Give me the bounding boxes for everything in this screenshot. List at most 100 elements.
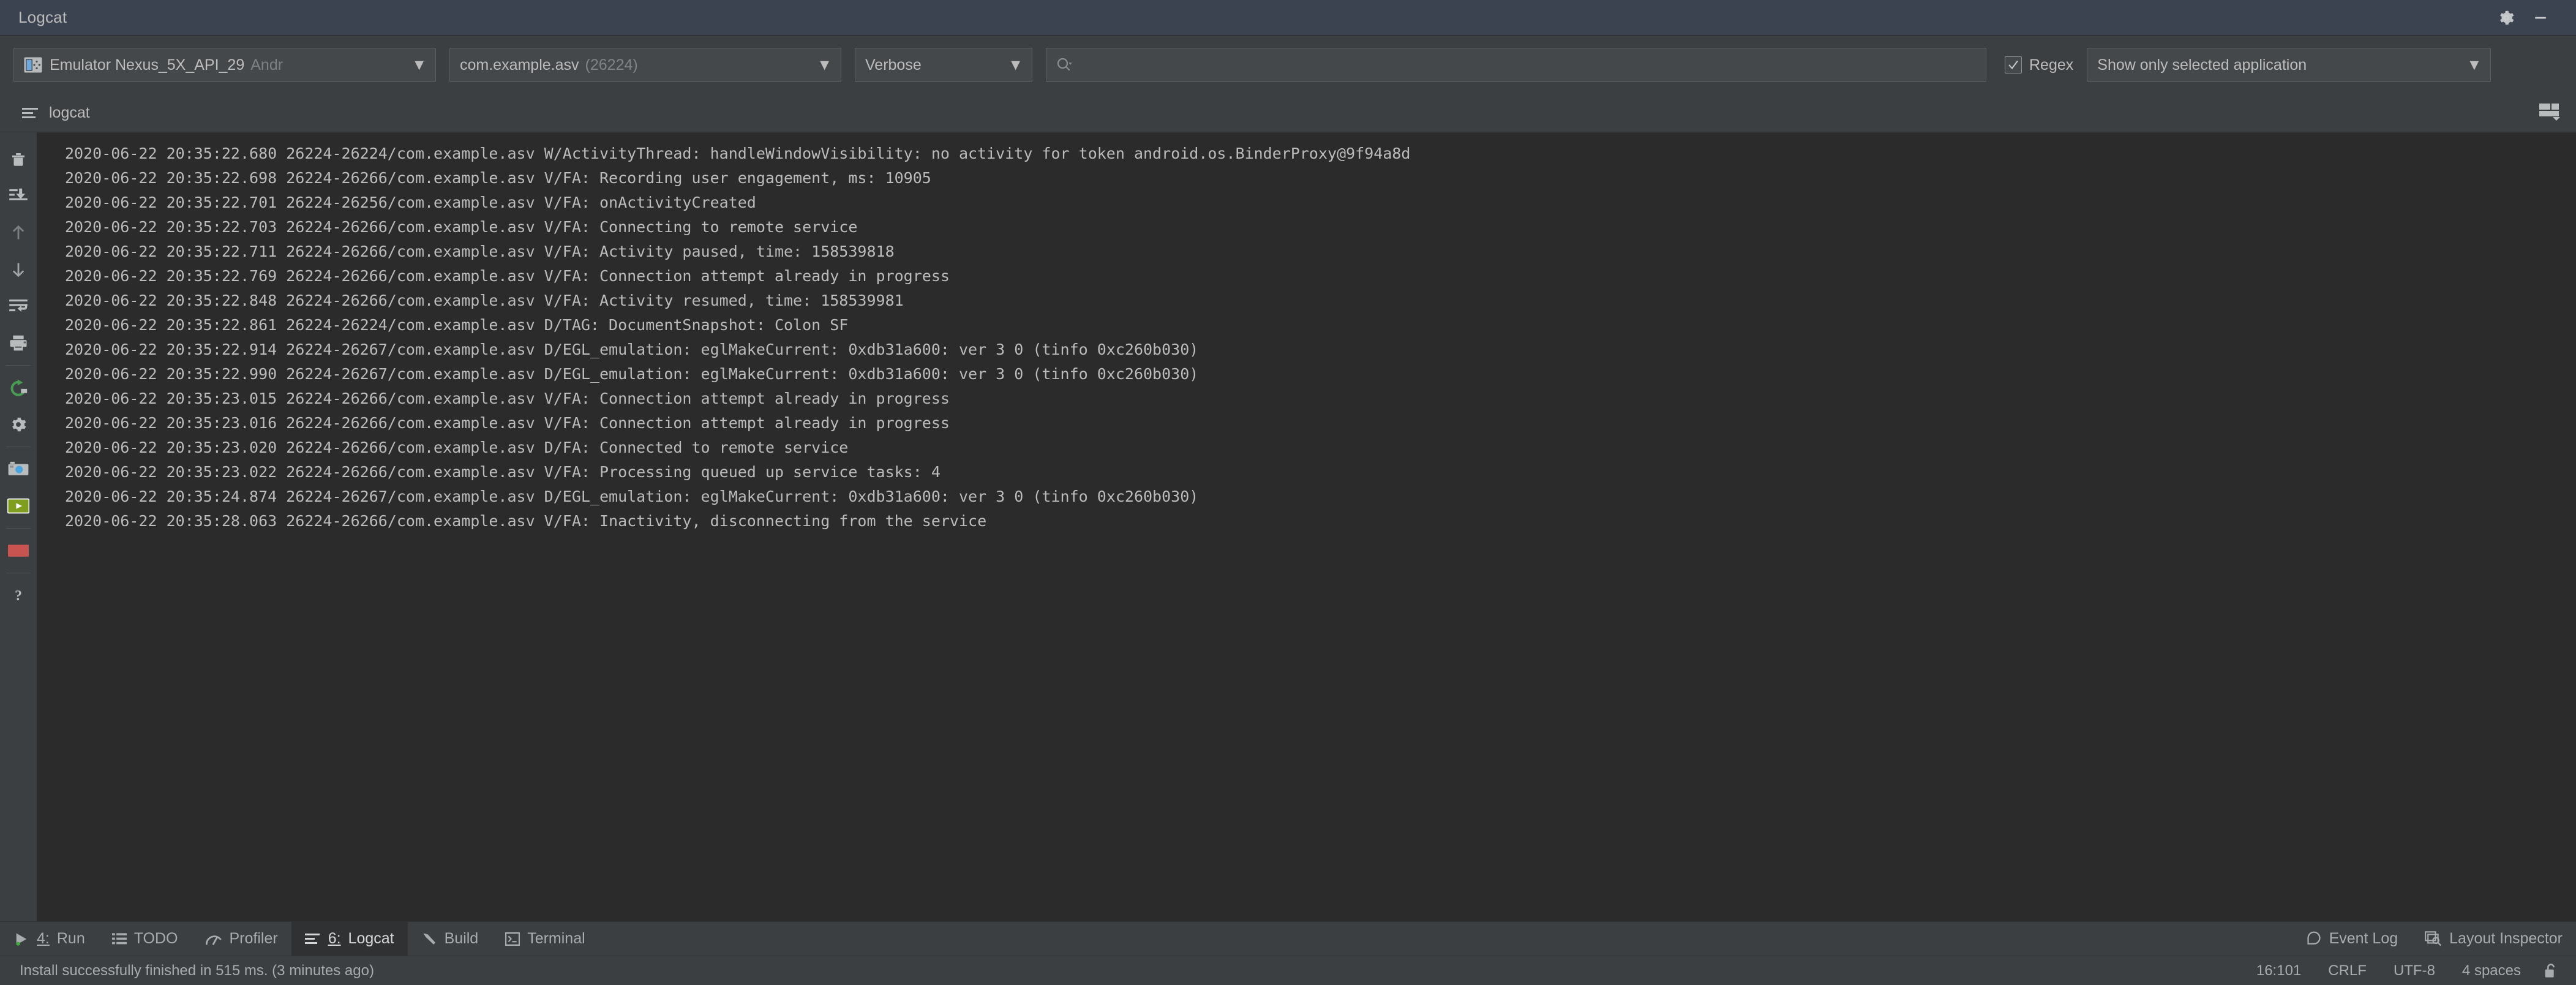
process-pid: (26224) xyxy=(585,56,638,74)
file-encoding[interactable]: UTF-8 xyxy=(2380,962,2449,979)
logcat-window: Logcat Emulator Nexus_5X_API_29 Andr ▼ c… xyxy=(0,0,2576,985)
search-icon xyxy=(1057,58,1072,71)
window-titlebar: Logcat xyxy=(0,0,2576,36)
question-mark-icon: ? xyxy=(15,588,22,604)
logcat-output[interactable]: 2020-06-22 20:35:22.680 26224-26224/com.… xyxy=(37,132,2576,921)
stop-square-icon xyxy=(8,545,29,557)
printer-icon xyxy=(10,335,27,351)
todo-list-icon xyxy=(111,932,127,944)
help-button[interactable]: ? xyxy=(2,577,34,614)
run-play-icon xyxy=(16,933,27,946)
minimize-icon[interactable] xyxy=(2523,1,2558,35)
tab-event-log[interactable]: Event Log xyxy=(2292,922,2412,956)
chevron-down-icon: ▼ xyxy=(411,56,427,74)
tab-terminal-label: Terminal xyxy=(527,930,585,947)
camera-icon xyxy=(8,461,29,475)
soft-wrap-icon xyxy=(9,299,28,312)
line-separator[interactable]: CRLF xyxy=(2315,962,2380,979)
profiler-icon xyxy=(205,935,222,945)
device-name: Emulator Nexus_5X_API_29 xyxy=(50,56,245,74)
up-the-stack-button[interactable] xyxy=(2,214,34,251)
tab-profiler[interactable]: Profiler xyxy=(192,922,291,956)
check-icon xyxy=(2008,60,2018,70)
filter-value: Show only selected application xyxy=(2097,56,2307,74)
log-line: 2020-06-22 20:35:22.861 26224-26224/com.… xyxy=(65,316,849,334)
logcat-lines-icon xyxy=(22,107,38,118)
log-line: 2020-06-22 20:35:23.015 26224-26266/com.… xyxy=(65,390,950,407)
down-the-stack-button[interactable] xyxy=(2,251,34,288)
log-line: 2020-06-22 20:35:28.063 26224-26266/com.… xyxy=(65,512,987,530)
logcat-body: ? 2020-06-22 20:35:22.680 26224-26224/co… xyxy=(0,132,2576,921)
tab-event-log-label: Event Log xyxy=(2329,930,2398,947)
logcat-search-box[interactable] xyxy=(1046,48,1986,82)
caret-position[interactable]: 16:101 xyxy=(2243,962,2315,979)
filter-selector[interactable]: Show only selected application ▼ xyxy=(2087,48,2492,82)
log-line: 2020-06-22 20:35:23.016 26224-26266/com.… xyxy=(65,414,950,432)
logcat-toolbar: Emulator Nexus_5X_API_29 Andr ▼ com.exam… xyxy=(0,36,2576,94)
layout-inspector-icon xyxy=(2425,930,2442,946)
sidebar-divider xyxy=(6,528,31,529)
scroll-to-end-icon xyxy=(9,188,28,200)
sidebar-divider xyxy=(6,365,31,366)
tab-terminal[interactable]: Terminal xyxy=(492,922,598,956)
tab-profiler-label: Profiler xyxy=(229,930,278,947)
arrow-up-icon xyxy=(12,225,24,240)
tab-layout-inspector-label: Layout Inspector xyxy=(2449,930,2563,947)
log-level-value: Verbose xyxy=(865,56,922,74)
device-selector[interactable]: Emulator Nexus_5X_API_29 Andr ▼ xyxy=(13,48,436,82)
status-bar: Install successfully finished in 515 ms.… xyxy=(0,956,2576,985)
indent-setting[interactable]: 4 spaces xyxy=(2449,962,2534,979)
hammer-icon xyxy=(423,933,435,945)
restart-green-icon xyxy=(10,379,28,396)
log-line: 2020-06-22 20:35:22.711 26224-26266/com.… xyxy=(65,243,895,260)
tabbar-spacer xyxy=(599,922,2292,956)
android-emulator-icon xyxy=(24,57,42,73)
tab-build[interactable]: Build xyxy=(408,922,492,956)
tab-run[interactable]: 4: Run xyxy=(0,922,99,956)
status-message: Install successfully finished in 515 ms.… xyxy=(20,962,374,979)
log-level-selector[interactable]: Verbose ▼ xyxy=(855,48,1032,82)
log-line: 2020-06-22 20:35:23.020 26224-26266/com.… xyxy=(65,439,849,456)
process-selector[interactable]: com.example.asv (26224) ▼ xyxy=(449,48,841,82)
tab-run-mnemonic: 4: xyxy=(37,930,50,947)
regex-toggle[interactable]: Regex xyxy=(2000,56,2073,74)
log-line: 2020-06-22 20:35:22.848 26224-26266/com.… xyxy=(65,292,904,309)
print-button[interactable] xyxy=(2,325,34,361)
tab-build-label: Build xyxy=(444,930,479,947)
log-line: 2020-06-22 20:35:22.698 26224-26266/com.… xyxy=(65,169,931,187)
log-line: 2020-06-22 20:35:22.990 26224-26267/com.… xyxy=(65,365,1199,383)
tab-todo[interactable]: TODO xyxy=(99,922,192,956)
trash-icon xyxy=(12,153,24,166)
settings-icon[interactable] xyxy=(2489,1,2523,35)
scroll-to-end-button[interactable] xyxy=(2,178,34,214)
tab-todo-label: TODO xyxy=(133,930,178,947)
arrow-down-icon xyxy=(12,263,24,277)
screen-record-icon xyxy=(7,498,29,514)
tab-logcat-label: Logcat xyxy=(348,930,394,947)
restart-button[interactable] xyxy=(2,369,34,406)
log-line: 2020-06-22 20:35:22.680 26224-26224/com.… xyxy=(65,145,1411,162)
log-line: 2020-06-22 20:35:22.914 26224-26267/com.… xyxy=(65,341,1199,358)
tab-logcat-mnemonic: 6: xyxy=(328,930,341,947)
log-line: 2020-06-22 20:35:24.874 26224-26267/com.… xyxy=(65,488,1199,505)
tab-logcat[interactable]: 6: Logcat xyxy=(291,922,408,956)
stop-button[interactable] xyxy=(2,532,34,569)
logcat-sidebar: ? xyxy=(0,132,37,921)
tab-layout-inspector[interactable]: Layout Inspector xyxy=(2411,922,2576,956)
chevron-down-icon: ▼ xyxy=(2466,56,2482,74)
window-title: Logcat xyxy=(18,8,67,26)
log-line: 2020-06-22 20:35:22.703 26224-26266/com.… xyxy=(65,218,858,236)
window-layout-icon[interactable] xyxy=(2538,102,2563,124)
tool-window-bar: 4: Run TODO Profiler 6: Logcat Build Ter… xyxy=(0,921,2576,956)
terminal-icon xyxy=(505,932,520,946)
screen-capture-button[interactable] xyxy=(2,451,34,488)
screen-record-button[interactable] xyxy=(2,488,34,524)
logcat-settings-button[interactable] xyxy=(2,406,34,443)
regex-checkbox[interactable] xyxy=(2005,56,2022,74)
logcat-subheader-label: logcat xyxy=(49,104,90,121)
chevron-down-icon: ▼ xyxy=(1008,56,1023,74)
search-input[interactable] xyxy=(1078,56,1977,74)
unlocked-padlock-icon[interactable] xyxy=(2534,962,2561,979)
soft-wrap-button[interactable] xyxy=(2,288,34,325)
clear-logcat-button[interactable] xyxy=(2,141,34,178)
